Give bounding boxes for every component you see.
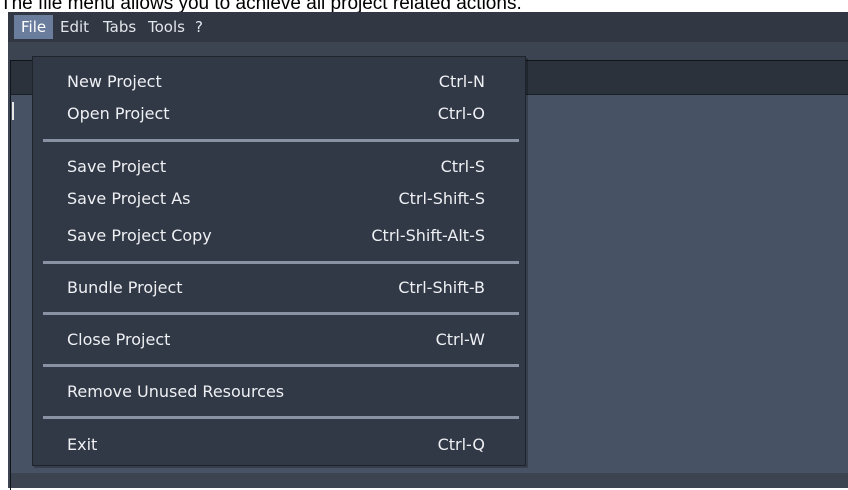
- menu-item-label: Save Project Copy: [67, 226, 212, 245]
- menu-item-open-project[interactable]: Open Project Ctrl-O: [33, 99, 525, 129]
- menu-help[interactable]: ?: [188, 15, 210, 39]
- menu-item-label: Bundle Project: [67, 278, 183, 297]
- menu-item-bundle-project[interactable]: Bundle Project Ctrl-Shift-B: [33, 273, 525, 303]
- menu-item-label: Open Project: [67, 104, 170, 123]
- workspace-footer: [11, 473, 848, 488]
- menu-separator: [43, 139, 519, 142]
- menu-file[interactable]: File: [14, 15, 54, 39]
- menu-item-save-project[interactable]: Save Project Ctrl-S: [33, 152, 525, 182]
- menu-item-exit[interactable]: Exit Ctrl-Q: [33, 430, 525, 460]
- menu-item-shortcut: Ctrl-S: [440, 157, 485, 176]
- menu-edit[interactable]: Edit: [53, 15, 96, 39]
- menu-separator: [43, 416, 519, 419]
- menu-item-save-project-as[interactable]: Save Project As Ctrl-Shift-S: [33, 184, 525, 214]
- menu-separator: [43, 261, 519, 264]
- menubar: File Edit Tabs Tools ?: [8, 12, 848, 42]
- menu-item-close-project[interactable]: Close Project Ctrl-W: [33, 325, 525, 355]
- menu-item-shortcut: Ctrl-O: [437, 104, 485, 123]
- app-window: File Edit Tabs Tools ? New Project Ctrl-…: [8, 12, 848, 490]
- menu-item-label: Remove Unused Resources: [67, 382, 285, 401]
- menu-item-save-project-copy[interactable]: Save Project Copy Ctrl-Shift-Alt-S: [33, 221, 525, 251]
- cursor-marker: [12, 102, 14, 120]
- menu-separator: [43, 312, 519, 315]
- file-menu-dropdown: New Project Ctrl-N Open Project Ctrl-O S…: [32, 56, 526, 466]
- menu-item-label: Exit: [67, 435, 98, 454]
- menu-tools[interactable]: Tools: [141, 15, 192, 39]
- menu-item-shortcut: Ctrl-Q: [437, 435, 485, 454]
- menu-tabs[interactable]: Tabs: [96, 15, 143, 39]
- menu-item-shortcut: Ctrl-W: [435, 330, 485, 349]
- menu-item-shortcut: Ctrl-N: [438, 72, 485, 91]
- menu-separator: [43, 364, 519, 367]
- menu-item-label: Save Project: [67, 157, 167, 176]
- menu-item-shortcut: Ctrl-Shift-S: [398, 189, 485, 208]
- menu-item-label: Close Project: [67, 330, 171, 349]
- menu-item-shortcut: Ctrl-Shift-Alt-S: [371, 226, 485, 245]
- menu-item-label: New Project: [67, 72, 162, 91]
- menu-item-shortcut: Ctrl-Shift-B: [398, 278, 485, 297]
- menu-item-new-project[interactable]: New Project Ctrl-N: [33, 67, 525, 97]
- menu-item-label: Save Project As: [67, 189, 191, 208]
- menu-item-remove-unused-resources[interactable]: Remove Unused Resources: [33, 377, 525, 407]
